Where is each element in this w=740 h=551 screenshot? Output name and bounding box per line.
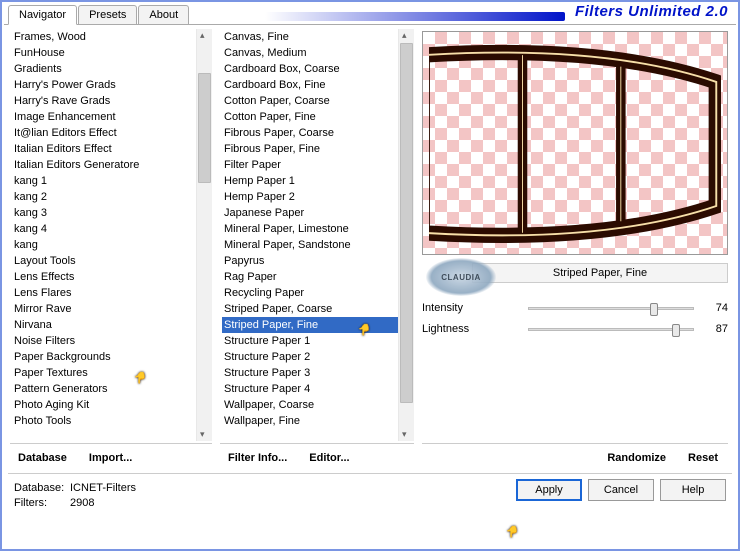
list-item[interactable]: Italian Editors Generatore: [12, 157, 196, 173]
list-item[interactable]: Striped Paper, Coarse: [222, 301, 398, 317]
filter-info-button[interactable]: Filter Info...: [220, 448, 295, 468]
list-item[interactable]: Structure Paper 3: [222, 365, 398, 381]
list-item[interactable]: Wallpaper, Coarse: [222, 397, 398, 413]
list-item[interactable]: Structure Paper 2: [222, 349, 398, 365]
list-item[interactable]: Japanese Paper: [222, 205, 398, 221]
list-item[interactable]: Harry's Rave Grads: [12, 93, 196, 109]
app-title: Filters Unlimited 2.0: [575, 3, 728, 20]
list-item[interactable]: kang 1: [12, 173, 196, 189]
param-row: Intensity 74: [422, 299, 728, 317]
list-item[interactable]: Italian Editors Effect: [12, 141, 196, 157]
list-item[interactable]: Mineral Paper, Limestone: [222, 221, 398, 237]
cancel-button[interactable]: Cancel: [588, 479, 654, 501]
param-slider[interactable]: [528, 328, 694, 331]
list-item[interactable]: Paper Textures: [12, 365, 196, 381]
list-item[interactable]: Cardboard Box, Coarse: [222, 61, 398, 77]
parameters-panel: Intensity 74 Lightness 87: [422, 299, 728, 341]
list-item[interactable]: Hemp Paper 1: [222, 173, 398, 189]
tab-about[interactable]: About: [138, 5, 189, 25]
list-item[interactable]: Fibrous Paper, Fine: [222, 141, 398, 157]
list-item[interactable]: It@lian Editors Effect: [12, 125, 196, 141]
list-item[interactable]: Mineral Paper, Sandstone: [222, 237, 398, 253]
param-value: 74: [700, 302, 728, 314]
list-item[interactable]: Cotton Paper, Fine: [222, 109, 398, 125]
tab-navigator[interactable]: Navigator: [8, 5, 77, 25]
list-item[interactable]: Cardboard Box, Fine: [222, 77, 398, 93]
help-button[interactable]: Help: [660, 479, 726, 501]
current-filter-name: Striped Paper, Fine: [472, 263, 728, 283]
param-label: Intensity: [422, 302, 522, 314]
list-item[interactable]: Noise Filters: [12, 333, 196, 349]
category-scrollbar[interactable]: [196, 29, 212, 441]
list-item[interactable]: kang 4: [12, 221, 196, 237]
param-slider[interactable]: [528, 307, 694, 310]
param-label: Lightness: [422, 323, 522, 335]
database-button[interactable]: Database: [10, 448, 75, 468]
list-item[interactable]: Gradients: [12, 61, 196, 77]
param-row: Lightness 87: [422, 320, 728, 338]
list-item[interactable]: kang 2: [12, 189, 196, 205]
list-item[interactable]: Mirror Rave: [12, 301, 196, 317]
list-item[interactable]: Papyrus: [222, 253, 398, 269]
randomize-button[interactable]: Randomize: [599, 448, 674, 468]
list-item[interactable]: Image Enhancement: [12, 109, 196, 125]
list-item[interactable]: Canvas, Fine: [222, 29, 398, 45]
param-value: 87: [700, 323, 728, 335]
list-item[interactable]: Lens Flares: [12, 285, 196, 301]
preview-panel: [422, 31, 728, 255]
list-item[interactable]: Filter Paper: [222, 157, 398, 173]
list-item[interactable]: Recycling Paper: [222, 285, 398, 301]
apply-button[interactable]: Apply: [516, 479, 582, 501]
list-item[interactable]: Layout Tools: [12, 253, 196, 269]
list-item[interactable]: Fibrous Paper, Coarse: [222, 125, 398, 141]
list-item[interactable]: Hemp Paper 2: [222, 189, 398, 205]
list-item[interactable]: Photo Aging Kit: [12, 397, 196, 413]
list-item[interactable]: Wallpaper, Fine: [222, 413, 398, 429]
filter-list[interactable]: Canvas, FineCanvas, MediumCardboard Box,…: [220, 29, 398, 441]
status-info: Database:ICNET-Filters Filters:2908: [14, 481, 136, 511]
list-item[interactable]: Canvas, Medium: [222, 45, 398, 61]
list-item[interactable]: Pattern Generators: [12, 381, 196, 397]
pointer-icon: 👉: [128, 371, 149, 385]
import-button[interactable]: Import...: [81, 448, 140, 468]
list-item[interactable]: Frames, Wood: [12, 29, 196, 45]
list-item[interactable]: kang: [12, 237, 196, 253]
list-item[interactable]: Cotton Paper, Coarse: [222, 93, 398, 109]
pointer-icon: 👉: [352, 323, 373, 337]
list-item[interactable]: Structure Paper 4: [222, 381, 398, 397]
filter-scrollbar[interactable]: [398, 29, 414, 441]
list-item[interactable]: Lens Effects: [12, 269, 196, 285]
list-item[interactable]: Rag Paper: [222, 269, 398, 285]
tab-presets[interactable]: Presets: [78, 5, 137, 25]
list-item[interactable]: kang 3: [12, 205, 196, 221]
pointer-icon: 👉: [500, 525, 521, 539]
list-item[interactable]: Harry's Power Grads: [12, 77, 196, 93]
editor-button[interactable]: Editor...: [301, 448, 357, 468]
list-item[interactable]: Nirvana: [12, 317, 196, 333]
reset-button[interactable]: Reset: [680, 448, 726, 468]
list-item[interactable]: Photo Tools: [12, 413, 196, 429]
list-item[interactable]: Paper Backgrounds: [12, 349, 196, 365]
category-list[interactable]: Frames, WoodFunHouseGradientsHarry's Pow…: [10, 29, 196, 441]
watermark-badge: CLAUDIA: [426, 258, 496, 296]
tab-bar: Navigator Presets About: [8, 5, 190, 25]
list-item[interactable]: FunHouse: [12, 45, 196, 61]
